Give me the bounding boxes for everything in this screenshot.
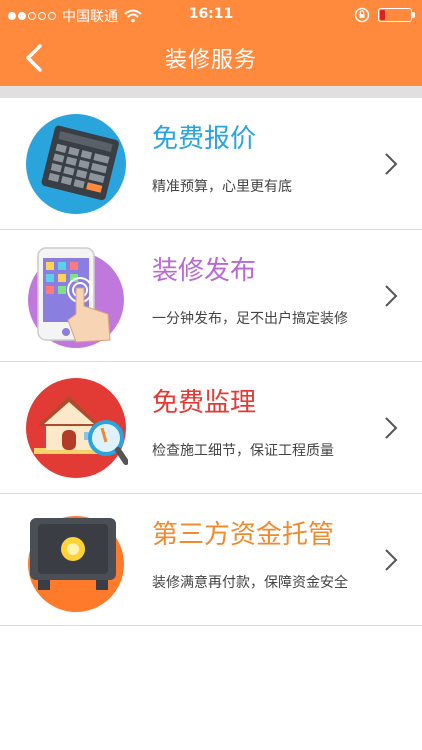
status-right — [354, 7, 415, 23]
service-item-free-quote[interactable]: 免费报价 精准预算，心里更有底 — [0, 98, 422, 230]
battery-icon — [378, 8, 415, 22]
service-list: 免费报价 精准预算，心里更有底 装修发布 一分钟发布，足不出户搞定装修 免费监理… — [0, 98, 422, 626]
service-title: 装修发布 — [152, 256, 257, 286]
service-item-post-renovation[interactable]: 装修发布 一分钟发布，足不出户搞定装修 — [0, 230, 422, 362]
service-subtitle: 精准预算，心里更有底 — [152, 179, 292, 195]
safe-icon — [28, 516, 124, 612]
calculator-icon — [26, 114, 126, 214]
service-subtitle: 一分钟发布，足不出户搞定装修 — [152, 311, 348, 327]
service-title: 第三方资金托管 — [152, 520, 335, 550]
service-title: 免费监理 — [152, 388, 257, 418]
chevron-right-icon — [385, 285, 398, 307]
orientation-lock-icon — [354, 7, 370, 23]
status-bar: 中国联通 16:11 — [0, 0, 422, 30]
service-item-free-supervision[interactable]: 免费监理 检查施工细节，保证工程质量 — [0, 362, 422, 494]
chevron-right-icon — [385, 153, 398, 175]
section-divider — [0, 86, 422, 98]
phone-tap-icon — [28, 247, 124, 348]
house-inspect-icon — [26, 378, 128, 478]
service-subtitle: 检查施工细节，保证工程质量 — [152, 443, 334, 459]
service-subtitle: 装修满意再付款，保障资金安全 — [152, 575, 348, 591]
chevron-right-icon — [385, 549, 398, 571]
page-title: 装修服务 — [164, 48, 257, 73]
service-item-escrow[interactable]: 第三方资金托管 装修满意再付款，保障资金安全 — [0, 494, 422, 626]
service-title: 免费报价 — [152, 124, 257, 154]
chevron-right-icon — [385, 417, 398, 439]
nav-bar: 装修服务 — [0, 30, 422, 86]
